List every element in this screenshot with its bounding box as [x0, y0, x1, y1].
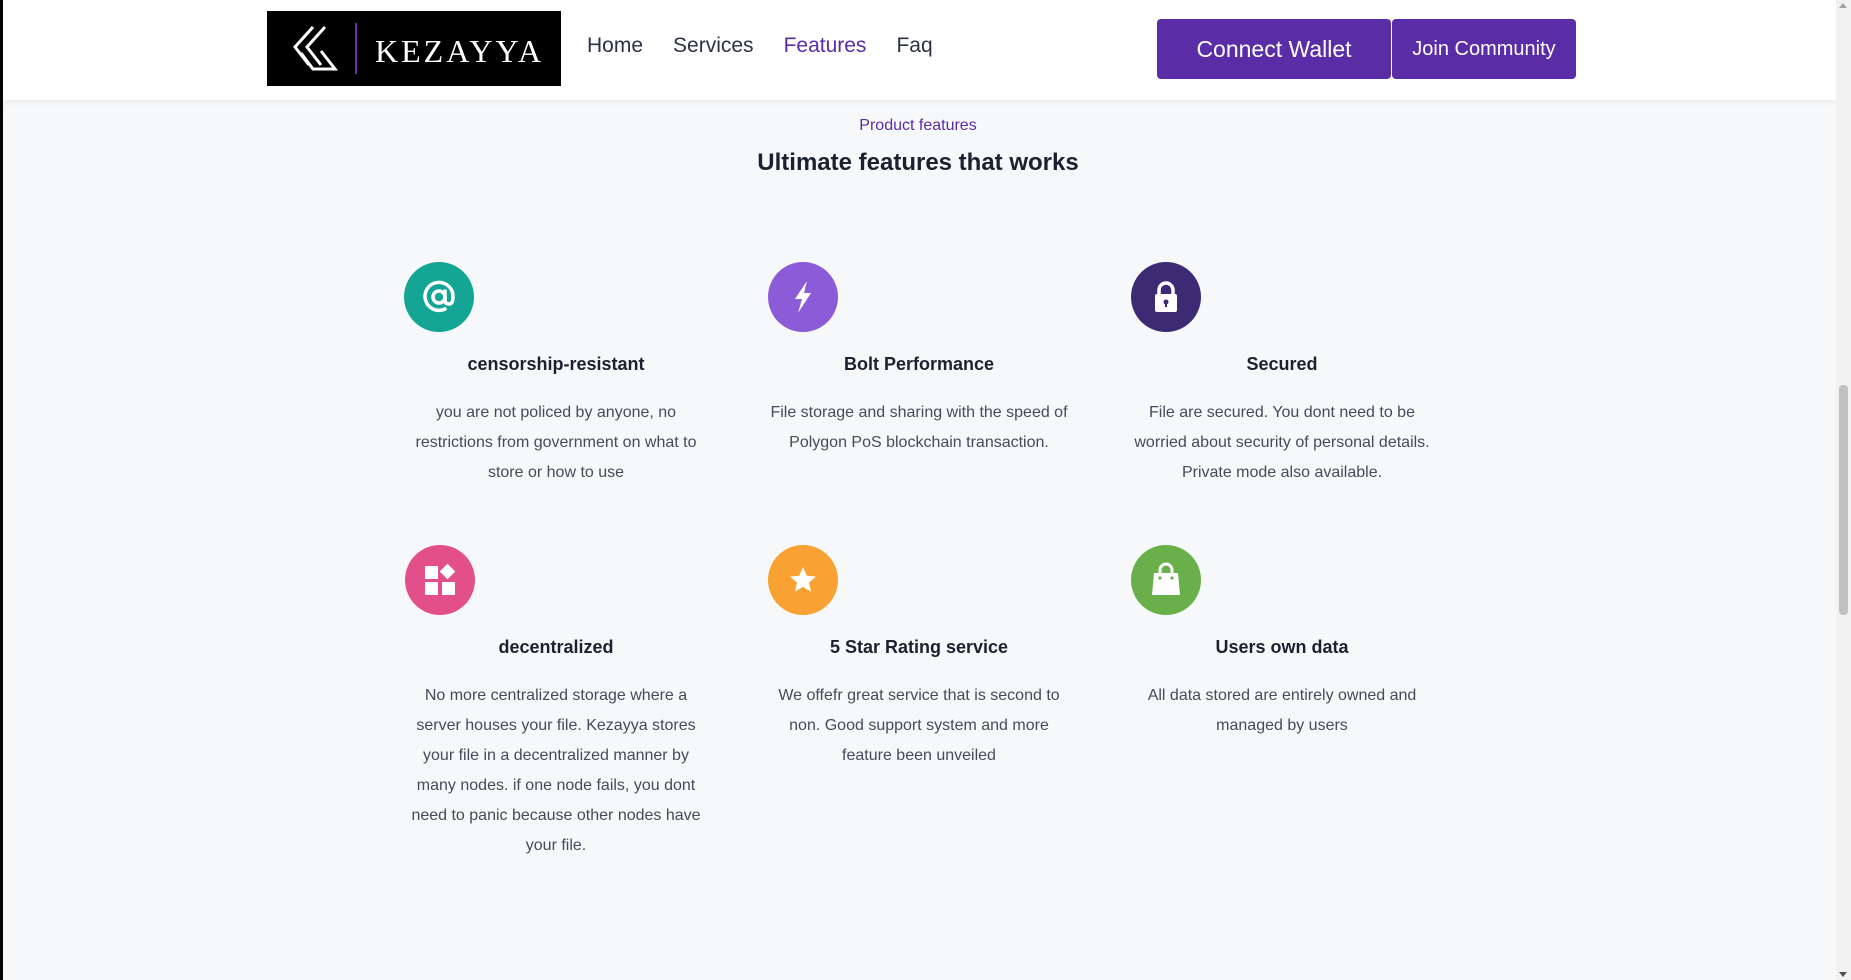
feature-card: censorship-resistant you are not policed… — [404, 262, 708, 492]
scroll-down-arrow-icon[interactable] — [1839, 972, 1847, 977]
logo-text: KEZAYYA — [375, 33, 545, 69]
feature-description: We offefr great service that is second t… — [778, 687, 1060, 764]
scrollbar-thumb[interactable] — [1839, 385, 1848, 615]
feature-card: Users own data All data stored are entir… — [1130, 545, 1434, 775]
feature-title: 5 Star Rating service — [829, 637, 1009, 657]
widgets-icon — [405, 545, 475, 615]
section-eyebrow: Product features — [859, 117, 977, 134]
bolt-icon — [768, 262, 838, 332]
star-icon — [768, 545, 838, 615]
connect-wallet-button[interactable]: Connect Wallet — [1157, 19, 1391, 79]
nav-services[interactable]: Services — [673, 34, 754, 58]
feature-description: File are secured. You dont need to be wo… — [1134, 404, 1430, 481]
site-header: KEZAYYA Home Services Features Faq Conne… — [3, 0, 1836, 100]
feature-title: Users own data — [1215, 637, 1349, 657]
nav-faq[interactable]: Faq — [896, 34, 932, 58]
logo-mark-icon — [293, 25, 339, 71]
nav-home[interactable]: Home — [587, 34, 643, 58]
feature-card: 5 Star Rating service We offefr great se… — [767, 545, 1071, 795]
page-scrollbar[interactable] — [1836, 0, 1851, 980]
feature-description: All data stored are entirely owned and m… — [1147, 687, 1417, 734]
window-left-edge — [0, 0, 3, 980]
feature-description: you are not policed by anyone, no restri… — [415, 404, 697, 481]
feature-title: decentralized — [498, 637, 614, 657]
feature-title: Bolt Performance — [843, 354, 995, 374]
feature-description: No more centralized storage where a serv… — [411, 687, 701, 854]
scroll-up-arrow-icon[interactable] — [1839, 3, 1847, 8]
logo-divider — [355, 23, 357, 74]
feature-title: Secured — [1246, 354, 1318, 374]
feature-description: File storage and sharing with the speed … — [770, 404, 1068, 451]
join-community-button[interactable]: Join Community — [1392, 19, 1576, 79]
at-sign-icon — [404, 262, 474, 332]
main-nav: Home Services Features Faq — [587, 34, 933, 58]
feature-title: censorship-resistant — [467, 354, 645, 374]
feature-card: Secured File are secured. You dont need … — [1130, 262, 1434, 492]
section-title: Ultimate features that works — [757, 149, 1079, 176]
logo[interactable]: KEZAYYA — [267, 11, 561, 86]
feature-card: decentralized No more centralized storag… — [404, 545, 708, 865]
lock-icon — [1131, 262, 1201, 332]
feature-card: Bolt Performance File storage and sharin… — [767, 262, 1071, 492]
shopping-bag-icon — [1131, 545, 1201, 615]
nav-features[interactable]: Features — [784, 34, 867, 58]
